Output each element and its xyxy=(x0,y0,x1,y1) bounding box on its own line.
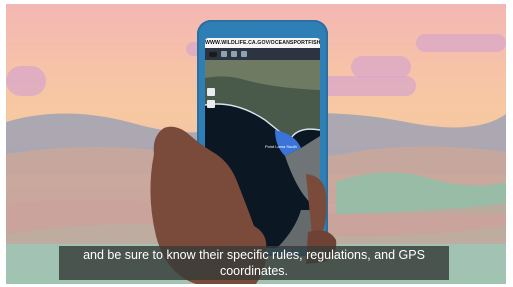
caption: and be sure to know their specific rules… xyxy=(59,246,449,280)
hand xyxy=(150,126,337,284)
video-frame: WWW.WILDLIFE.CA.GOV/OCEANSPORTFISHMAP Po… xyxy=(6,4,506,284)
caption-line-1: and be sure to know their specific rules… xyxy=(83,248,425,262)
caption-line-2: coordinates. xyxy=(219,264,289,278)
